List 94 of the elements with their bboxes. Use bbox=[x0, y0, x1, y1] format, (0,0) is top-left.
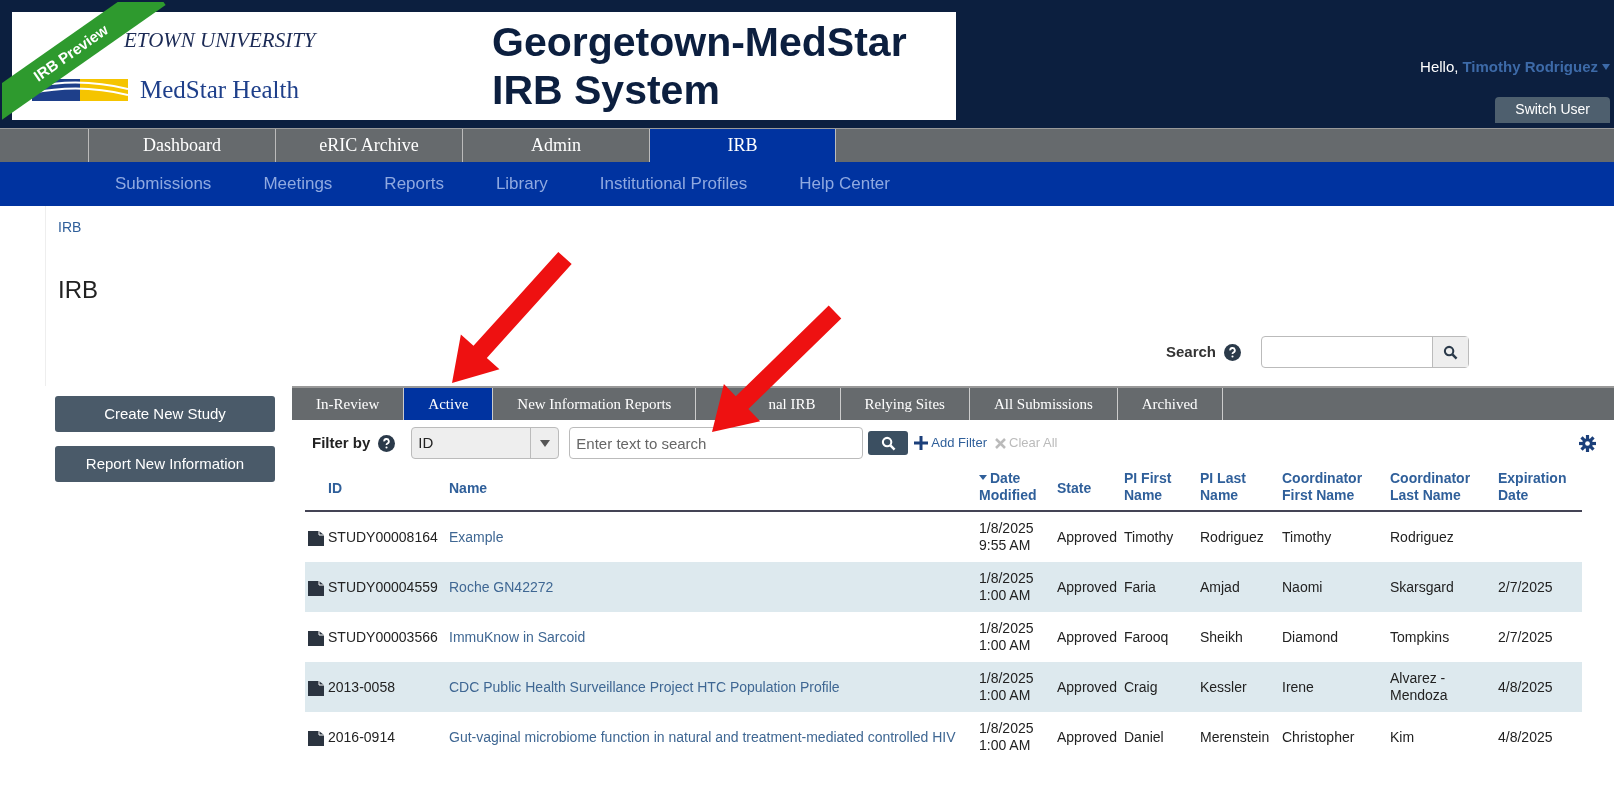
table-cell-text: Christopher bbox=[1282, 728, 1356, 746]
filter-label: Filter by bbox=[312, 432, 371, 453]
document-icon bbox=[308, 628, 324, 646]
table-cell-text: 2/7/2025 bbox=[1498, 578, 1554, 596]
system-title: Georgetown-MedStar IRB System bbox=[492, 18, 907, 114]
column-header[interactable]: Coordinator Last Name bbox=[1390, 469, 1498, 504]
list-tab[interactable]: Relying Sites bbox=[840, 388, 970, 420]
table-cell-text: Tompkins bbox=[1390, 628, 1451, 646]
column-header[interactable]: Expiration Date bbox=[1498, 469, 1582, 504]
search-button[interactable] bbox=[868, 431, 909, 455]
help-icon[interactable] bbox=[378, 434, 396, 452]
table-cell-text: 4/8/2025 bbox=[1498, 728, 1554, 746]
sub-nav-link[interactable]: Institutional Profiles bbox=[599, 171, 748, 197]
column-header[interactable]: PI First Name bbox=[1124, 469, 1200, 504]
action-button[interactable]: Report New Information bbox=[55, 446, 275, 482]
filter-text-field[interactable]: Enter text to search bbox=[569, 427, 864, 459]
table-cell-text: Rodriguez bbox=[1390, 528, 1455, 546]
column-header[interactable]: Coordinator First Name bbox=[1282, 469, 1390, 504]
sub-nav-link[interactable]: Meetings bbox=[263, 171, 333, 197]
plus-icon bbox=[914, 436, 929, 450]
table-cell-text: Alvarez - Mendoza bbox=[1390, 670, 1449, 704]
caret-icon bbox=[539, 439, 550, 447]
table-cell-text: 1/8/2025 1:00 AM bbox=[979, 670, 1035, 704]
page-heading: IRB bbox=[58, 275, 99, 305]
table-cell-text: 1/8/2025 9:55 AM bbox=[979, 520, 1035, 554]
table-cell-text: Daniel bbox=[1124, 728, 1165, 746]
table-cell-text: Irene bbox=[1282, 678, 1315, 696]
search-icon bbox=[1443, 344, 1458, 360]
list-tab[interactable]: Active bbox=[404, 388, 494, 420]
table-cell-text: STUDY00008164 bbox=[328, 528, 439, 546]
table-cell-text: Approved bbox=[1057, 678, 1118, 696]
table-cell-text: Amjad bbox=[1200, 578, 1241, 596]
x-icon bbox=[995, 437, 1006, 449]
table-cell-text: STUDY00003566 bbox=[328, 628, 439, 646]
study-name-link[interactable]: Roche GN42272 bbox=[449, 578, 562, 596]
table-cell-text: Naomi bbox=[1282, 578, 1324, 596]
table-cell-text: 2016-0914 bbox=[328, 728, 396, 746]
table-cell-text: Kim bbox=[1390, 728, 1416, 746]
filter-select[interactable]: ID bbox=[411, 427, 560, 459]
sub-nav-link[interactable]: Library bbox=[495, 171, 548, 197]
sort-caret-icon bbox=[979, 475, 987, 481]
list-tab[interactable]: New Information Reports bbox=[493, 388, 697, 420]
table-cell-text: Timothy bbox=[1124, 528, 1175, 546]
table-cell-text: 2013-0058 bbox=[328, 678, 396, 696]
sub-nav-link[interactable]: Reports bbox=[384, 171, 444, 197]
breadcrumb-link[interactable]: IRB bbox=[58, 217, 1614, 238]
table-cell-text: STUDY00004559 bbox=[328, 578, 439, 596]
table-cell-text: Approved bbox=[1057, 528, 1118, 546]
table-cell-text: Craig bbox=[1124, 678, 1159, 696]
table-cell-text: 1/8/2025 1:00 AM bbox=[979, 720, 1035, 754]
greeting-text: Hello, bbox=[1420, 57, 1459, 77]
table-cell-text: 1/8/2025 1:00 AM bbox=[979, 620, 1035, 654]
column-header[interactable]: PI Last Name bbox=[1200, 469, 1282, 504]
list-tab[interactable]: All Submissions bbox=[969, 388, 1118, 420]
caret-icon bbox=[1602, 64, 1610, 71]
study-name-link[interactable]: ImmuKnow in Sarcoid bbox=[449, 628, 594, 646]
sub-nav-link[interactable]: Submissions bbox=[115, 171, 212, 197]
table-cell-text: 1/8/2025 1:00 AM bbox=[979, 570, 1035, 604]
table-cell-text: Faria bbox=[1124, 578, 1157, 596]
document-icon bbox=[308, 528, 324, 546]
table-cell-text: 4/8/2025 bbox=[1498, 678, 1554, 696]
settings-icon[interactable] bbox=[1579, 434, 1596, 452]
table-cell-text: Timothy bbox=[1282, 528, 1333, 546]
column-header[interactable]: State bbox=[1057, 480, 1100, 497]
list-tab[interactable]: Archived bbox=[1117, 388, 1223, 420]
document-icon bbox=[308, 578, 324, 596]
table-cell-text: Sheikh bbox=[1200, 628, 1244, 646]
table-cell-text: Diamond bbox=[1282, 628, 1340, 646]
column-header[interactable]: Date Modified bbox=[979, 469, 1057, 504]
document-icon bbox=[308, 728, 324, 746]
table-cell-text: Kessler bbox=[1200, 678, 1248, 696]
switch-user-button[interactable]: Switch User bbox=[1495, 96, 1610, 123]
study-name-link[interactable]: Gut-vaginal microbiome function in natural and treatment-mediated controlled HIV bbox=[449, 728, 964, 746]
column-header[interactable]: ID bbox=[328, 480, 350, 497]
nav-tab[interactable]: IRB bbox=[649, 129, 836, 162]
table-cell-text: Approved bbox=[1057, 578, 1118, 596]
sub-nav-link[interactable]: Help Center bbox=[799, 171, 890, 197]
table-cell-text: Approved bbox=[1057, 628, 1118, 646]
table-cell-text: 2/7/2025 bbox=[1498, 628, 1554, 646]
search-field[interactable] bbox=[1261, 336, 1469, 368]
search-label: Search bbox=[1165, 341, 1216, 362]
table-cell-text: Approved bbox=[1057, 728, 1118, 746]
help-icon[interactable] bbox=[1224, 343, 1241, 361]
table-cell-text: Skarsgard bbox=[1390, 578, 1455, 596]
table-cell-text: Farooq bbox=[1124, 628, 1170, 646]
table-cell-text: Merenstein bbox=[1200, 728, 1271, 746]
study-name-link[interactable]: CDC Public Health Surveillance Project HTC Population Profile bbox=[449, 678, 848, 696]
add-filter-link[interactable]: Add Filter bbox=[914, 433, 987, 453]
study-name-link[interactable]: Example bbox=[449, 528, 512, 546]
column-header[interactable]: Name bbox=[449, 480, 496, 497]
search-icon bbox=[880, 435, 896, 451]
table-cell-text: Rodriguez bbox=[1200, 528, 1265, 546]
document-icon bbox=[308, 678, 324, 696]
action-button[interactable]: Create New Study bbox=[55, 396, 275, 432]
